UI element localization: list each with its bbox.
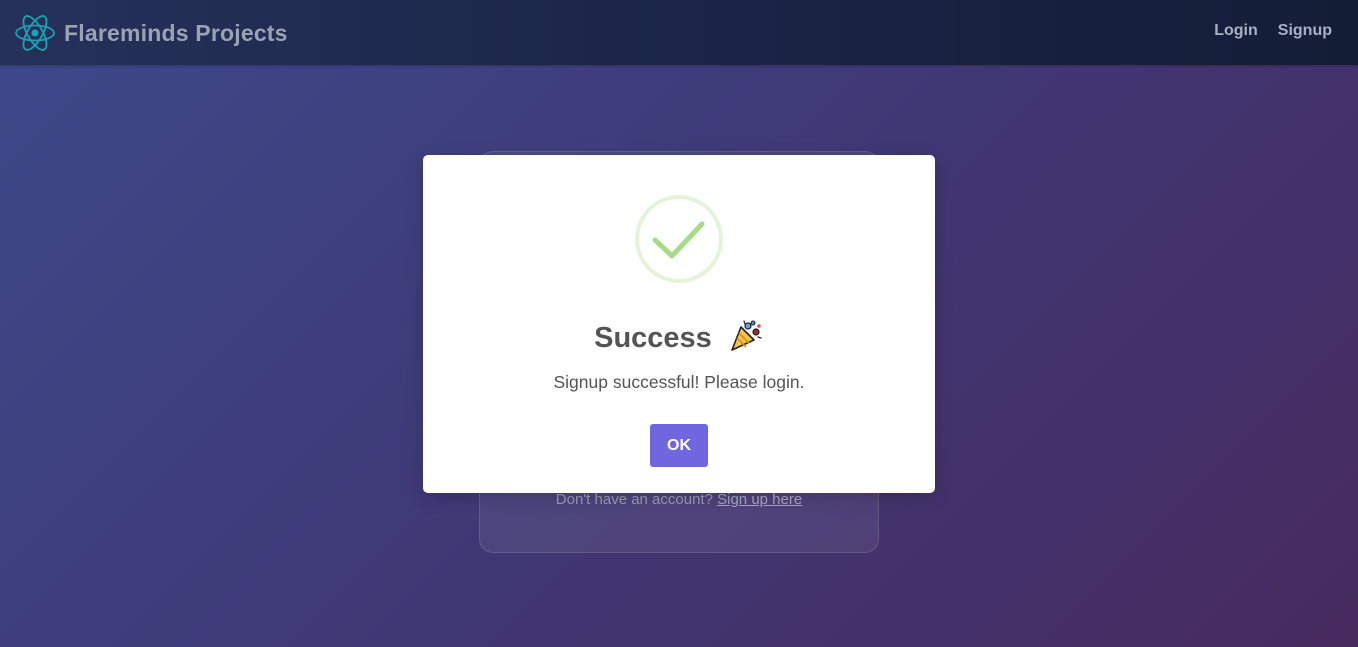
dialog-title-text: Success [594,322,712,354]
nav-links: Login Signup [1194,22,1332,40]
dialog-message: Signup successful! Please login. [553,372,805,392]
signup-prompt-text: Don't have an account? [555,491,713,508]
ok-button[interactable]: OK [650,424,708,467]
brand-title: Flareminds Projects [64,19,288,46]
dialog-title: Success [423,317,935,355]
react-atom-icon [15,15,55,51]
sign-up-here-link[interactable]: Sign up here [717,491,802,508]
success-check-icon [635,195,723,283]
party-popper-icon [731,320,762,351]
login-link[interactable]: Login [1214,22,1258,40]
brand[interactable]: Flareminds Projects [14,12,288,54]
success-dialog: Success Signup successful! Please login.… [423,155,935,493]
signup-prompt: Don't have an account? Sign up here [480,491,878,508]
top-navbar: Flareminds Projects Login Signup [0,0,1358,65]
signup-link[interactable]: Signup [1278,22,1332,40]
